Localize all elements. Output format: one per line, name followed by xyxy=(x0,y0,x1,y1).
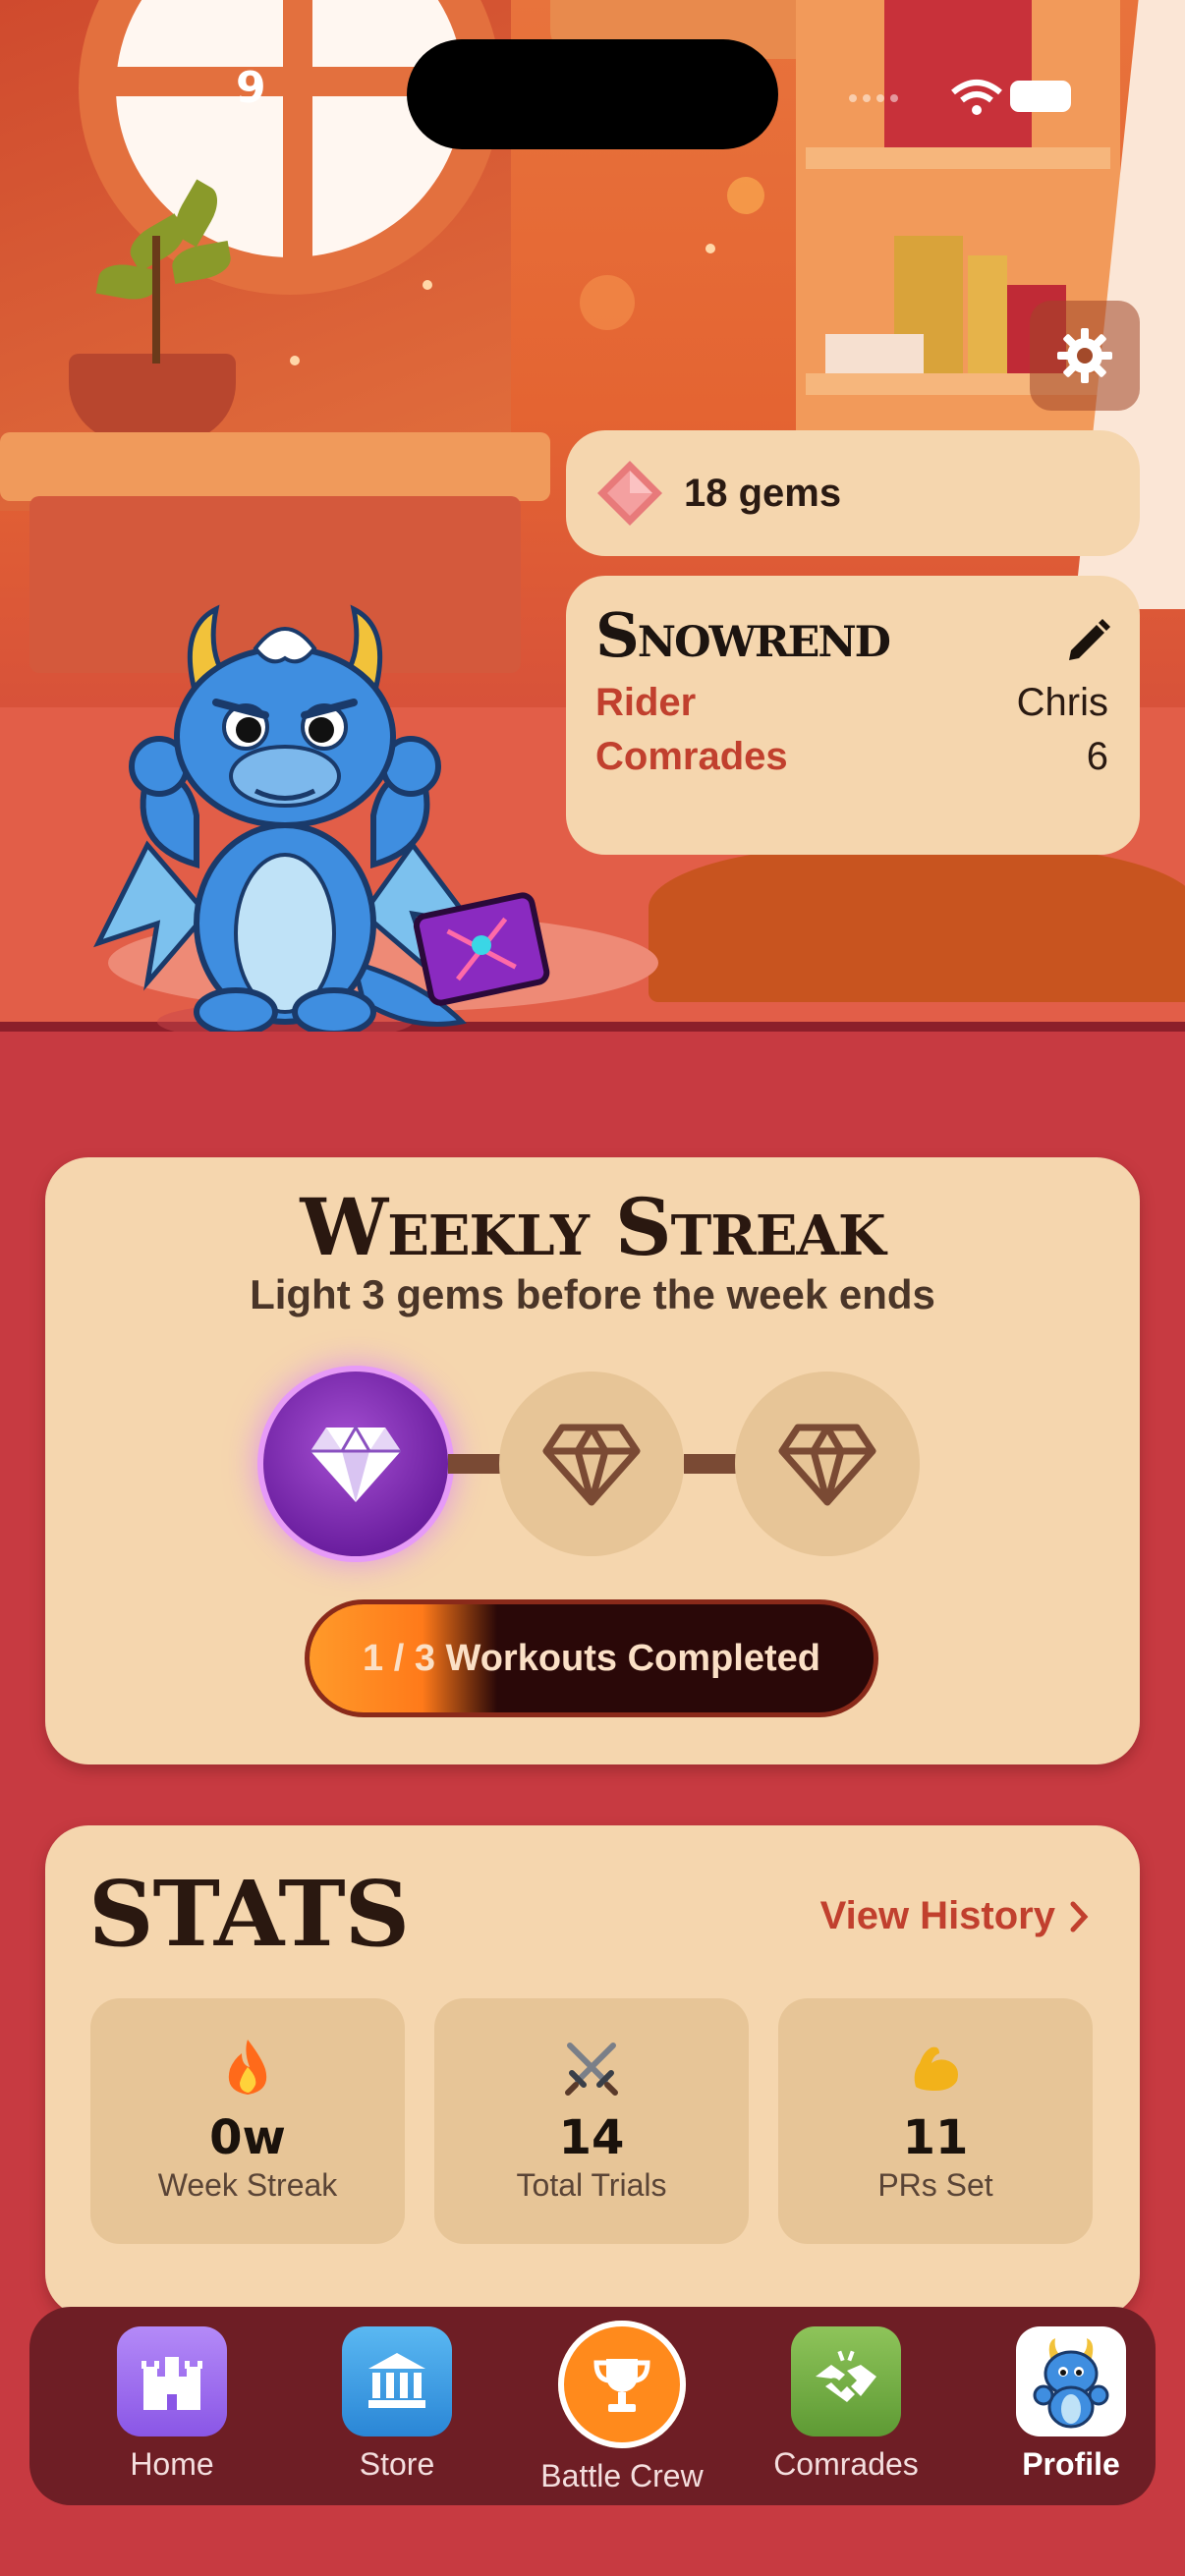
workouts-progress-bar: 1 / 3 Workouts Completed xyxy=(305,1599,878,1717)
diamond-icon xyxy=(542,1424,641,1506)
crossed-swords-icon xyxy=(434,2038,749,2100)
dragon-profile-card: Snowrend Rider Chris Comrades 6 xyxy=(566,576,1140,855)
signal-icon xyxy=(849,94,898,102)
dynamic-island xyxy=(407,39,778,149)
diamond-icon xyxy=(310,1425,401,1502)
spellbook xyxy=(413,892,550,1006)
weekly-streak-card: Weekly Streak Light 3 gems before the we… xyxy=(45,1157,1140,1764)
chevron-right-icon xyxy=(1070,1901,1089,1932)
nav-label: Store xyxy=(359,2446,435,2482)
battery-icon xyxy=(1010,81,1071,112)
plant-pot xyxy=(69,354,236,442)
stat-label: PRs Set xyxy=(877,2167,993,2203)
stat-label: Week Streak xyxy=(157,2167,338,2203)
edit-name-button[interactable] xyxy=(1059,615,1114,670)
settings-button[interactable] xyxy=(1030,301,1140,411)
stat-total-trials: 14 Total Trials xyxy=(434,1998,749,2244)
streak-gem-2 xyxy=(499,1372,684,1556)
gem-icon xyxy=(597,461,662,526)
pencil-icon xyxy=(1069,619,1110,660)
view-history-link[interactable]: View History xyxy=(820,1894,1091,1938)
status-time: 9 xyxy=(236,63,266,113)
fire-icon xyxy=(90,2038,405,2100)
dragon-avatar-icon xyxy=(1016,2326,1126,2436)
stat-prs-set: 11 PRs Set xyxy=(778,1998,1093,2244)
nav-store[interactable]: Store xyxy=(313,2326,480,2483)
bottom-nav: Home Store Battle Crew Comrades Profile xyxy=(29,2307,1156,2505)
nav-label: Battle Crew xyxy=(540,2458,704,2493)
nav-comrades[interactable]: Comrades xyxy=(762,2326,930,2483)
rider-row: Rider Chris xyxy=(595,681,1108,725)
flexed-biceps-icon xyxy=(778,2038,1093,2100)
stat-value: 11 xyxy=(902,2110,969,2165)
nav-label: Home xyxy=(130,2446,214,2482)
trophy-icon xyxy=(558,2321,686,2448)
progress-label: 1 / 3 Workouts Completed xyxy=(363,1637,820,1679)
stats-title: STATS xyxy=(88,1861,410,1967)
rider-value: Chris xyxy=(1016,681,1108,724)
stats-card: STATS View History 0w Week Streak 14 Tot… xyxy=(45,1825,1140,2317)
gem-balance[interactable]: 18 gems xyxy=(566,430,1140,556)
comrades-label: Comrades xyxy=(595,735,788,778)
tree-stump xyxy=(649,845,1185,1002)
streak-gem-1 xyxy=(263,1372,448,1556)
desk xyxy=(0,432,550,501)
streak-gem-3 xyxy=(735,1372,920,1556)
status-icons xyxy=(849,80,1071,115)
stat-week-streak: 0w Week Streak xyxy=(90,1998,405,2244)
comrades-value: 6 xyxy=(1086,735,1108,778)
view-history-label: View History xyxy=(819,1894,1055,1937)
weekly-streak-title: Weekly Streak xyxy=(300,1181,885,1273)
dragon-name: Snowrend xyxy=(595,599,891,671)
wifi-icon xyxy=(951,80,1002,115)
gear-icon xyxy=(1057,328,1112,383)
nav-home[interactable]: Home xyxy=(88,2326,255,2483)
castle-icon xyxy=(117,2326,227,2436)
nav-battle-crew[interactable]: Battle Crew xyxy=(538,2321,705,2494)
stat-value: 14 xyxy=(558,2110,625,2165)
diamond-icon xyxy=(778,1424,876,1506)
nav-label: Comrades xyxy=(773,2446,919,2482)
rider-label: Rider xyxy=(595,681,697,724)
nav-label: Profile xyxy=(1022,2446,1120,2482)
nav-profile[interactable]: Profile xyxy=(988,2326,1155,2483)
streak-gems xyxy=(45,1372,1140,1558)
comrades-row: Comrades 6 xyxy=(595,735,1108,779)
weekly-streak-subtitle: Light 3 gems before the week ends xyxy=(250,1271,935,1317)
stat-label: Total Trials xyxy=(516,2167,667,2203)
handshake-icon xyxy=(791,2326,901,2436)
bank-icon xyxy=(342,2326,452,2436)
gem-count: 18 gems xyxy=(684,471,842,515)
stat-value: 0w xyxy=(209,2110,286,2165)
